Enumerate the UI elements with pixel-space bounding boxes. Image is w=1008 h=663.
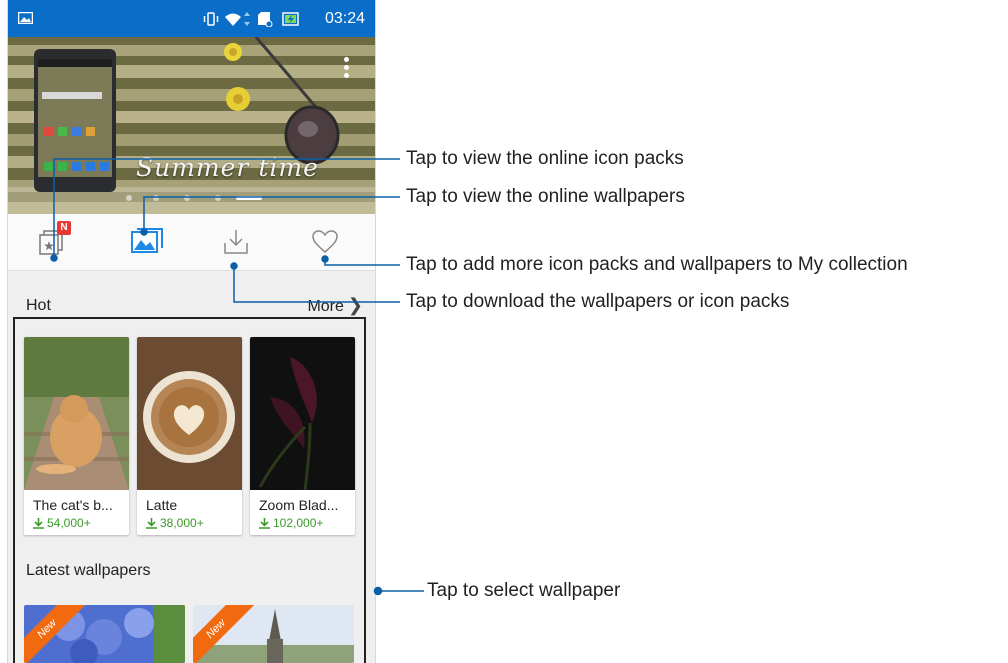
callout-icon-packs: Tap to view the online icon packs [406,148,684,169]
callout-lines [50,158,424,596]
callout-select-wallpaper: Tap to select wallpaper [427,580,621,601]
callout-download: Tap to download the wallpapers or icon p… [406,291,790,312]
callout-wallpapers: Tap to view the online wallpapers [406,186,685,207]
callout-collection: Tap to add more icon packs and wallpaper… [406,254,908,275]
